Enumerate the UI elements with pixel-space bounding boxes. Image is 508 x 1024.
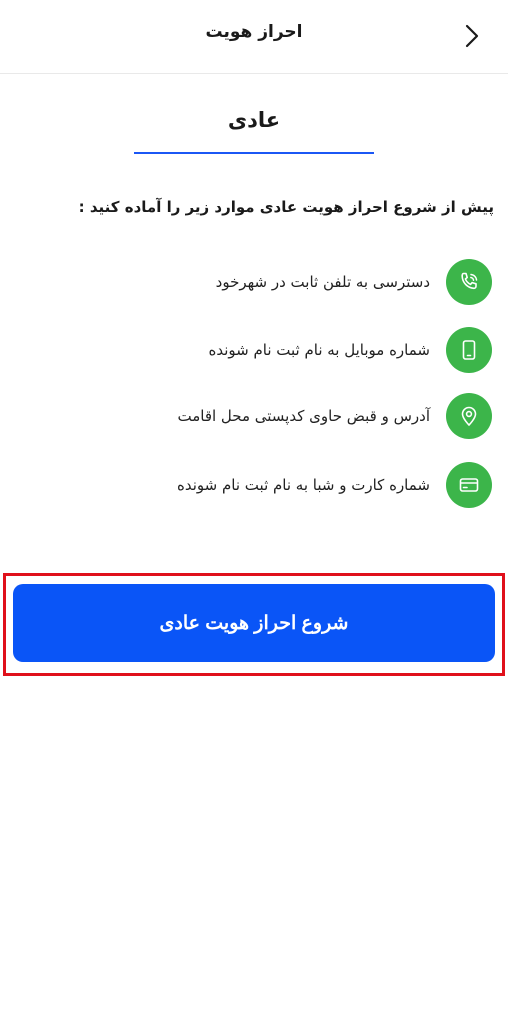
requirement-mobile: شماره موبایل به نام ثبت نام شونده xyxy=(16,326,492,374)
requirement-card: شماره کارت و شبا به نام ثبت نام شونده xyxy=(16,461,492,509)
identity-verification-screen: احراز هویت عادی پیش از شروع احراز هویت ع… xyxy=(0,0,508,1024)
requirement-address: آدرس و قبض حاوی کدپستی محل اقامت xyxy=(16,392,492,440)
requirement-label: دسترسی به تلفن ثابت در شهرخود xyxy=(215,273,430,291)
tab-regular[interactable]: عادی xyxy=(134,100,374,154)
requirement-label: آدرس و قبض حاوی کدپستی محل اقامت xyxy=(177,407,430,425)
tab-label: عادی xyxy=(227,108,281,132)
requirement-label: شماره کارت و شبا به نام ثبت نام شونده xyxy=(177,476,430,494)
intro-text: پیش از شروع احراز هویت عادی موارد زیر را… xyxy=(78,198,494,216)
start-verification-button[interactable]: شروع احراز هویت عادی xyxy=(13,584,495,662)
start-verification-label: شروع احراز هویت عادی xyxy=(159,612,349,634)
mobile-icon xyxy=(446,327,492,373)
requirement-label: شماره موبایل به نام ثبت نام شونده xyxy=(208,341,430,359)
tab-active-indicator xyxy=(134,152,374,154)
chevron-right-icon xyxy=(465,24,479,52)
back-button[interactable] xyxy=(458,24,486,52)
credit-card-icon xyxy=(446,462,492,508)
requirement-landline: دسترسی به تلفن ثابت در شهرخود xyxy=(16,258,492,306)
phone-icon xyxy=(446,259,492,305)
location-pin-icon xyxy=(446,393,492,439)
app-header: احراز هویت xyxy=(0,0,508,74)
page-title: احراز هویت xyxy=(205,22,303,42)
